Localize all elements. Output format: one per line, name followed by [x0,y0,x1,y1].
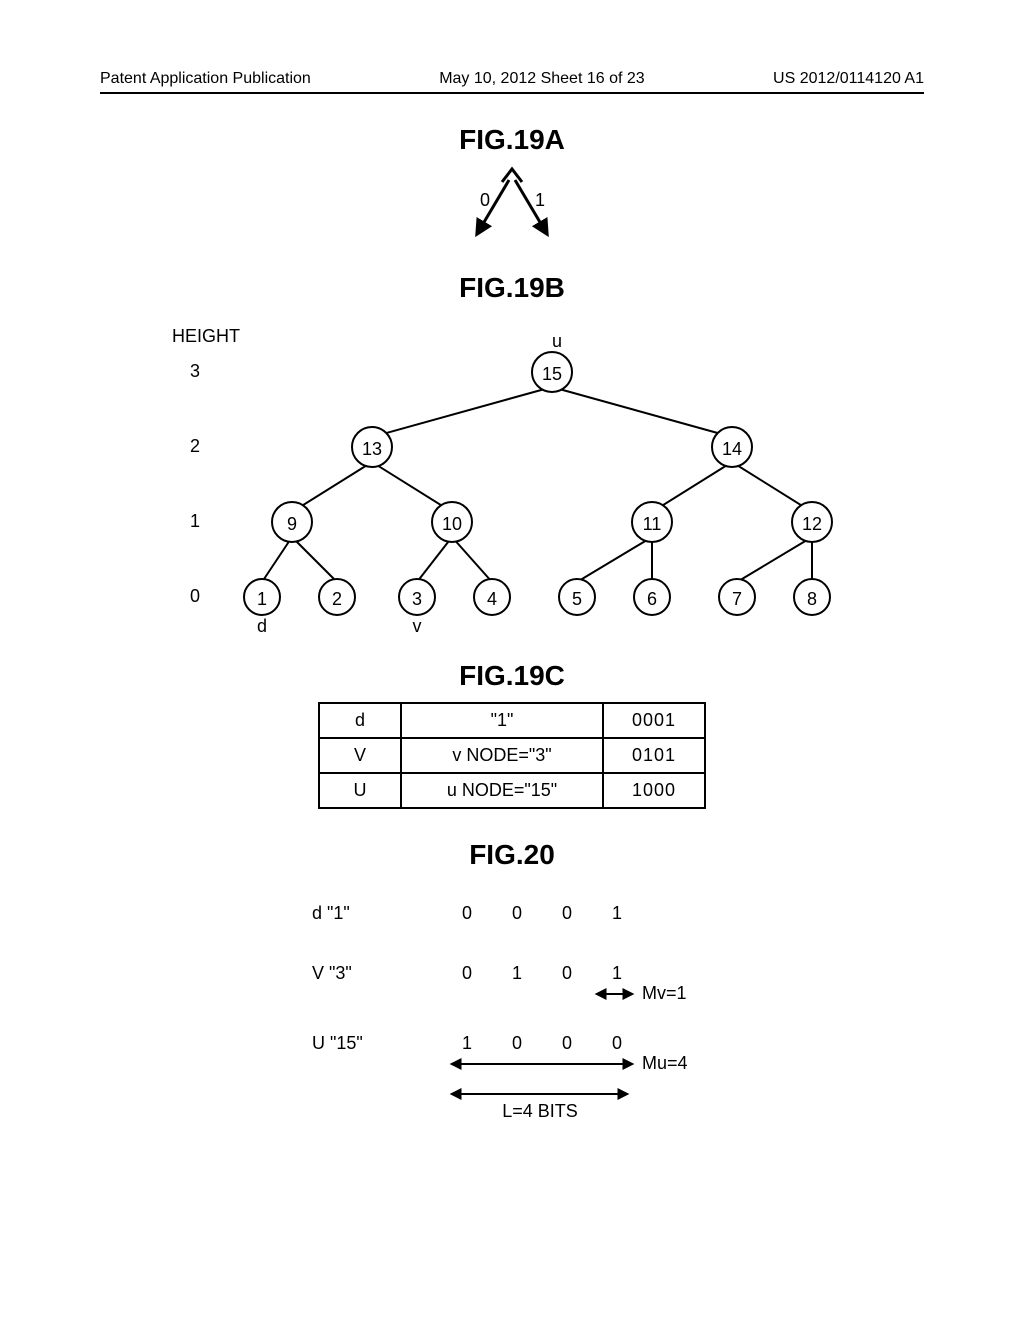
header-center: May 10, 2012 Sheet 16 of 23 [439,70,644,88]
fig19b-tree: HEIGHT 3 2 1 0 u [132,312,892,642]
node-2: 2 [332,589,342,609]
height-3: 3 [190,361,200,381]
node-14: 14 [722,439,742,459]
cell: "1" [401,703,603,738]
table-row: U u NODE="15" 1000 [319,773,705,808]
node-15: 15 [542,364,562,384]
node-5: 5 [572,589,582,609]
l-label: L=4 BITS [502,1101,578,1121]
fig20-d-label: d "1" [312,903,350,923]
bit: 1 [612,963,622,983]
bit: 0 [462,963,472,983]
height-label: HEIGHT [172,326,240,346]
node-9: 9 [287,514,297,534]
fig19a-right-label: 1 [535,190,545,210]
height-1: 1 [190,511,200,531]
header-right: US 2012/0114120 A1 [773,70,924,88]
height-0: 0 [190,586,200,606]
fig19a-title: FIG.19A [100,124,924,156]
node-11: 11 [643,514,662,534]
cell: 0101 [603,738,705,773]
bit: 0 [512,1033,522,1053]
height-2: 2 [190,436,200,456]
node-1: 1 [257,589,267,609]
table-row: d "1" 0001 [319,703,705,738]
fig20-v-label: V "3" [312,963,352,983]
bit: 0 [562,963,572,983]
node-12: 12 [802,514,822,534]
page-header: Patent Application Publication May 10, 2… [100,70,924,94]
u-label: u [552,331,562,351]
node-7: 7 [732,589,742,609]
bit: 1 [462,1033,472,1053]
bit: 0 [462,903,472,923]
v-label: v [413,616,422,636]
cell: d [319,703,401,738]
fig19a-diagram: 0 1 [432,164,592,254]
bit: 0 [562,1033,572,1053]
cell: 0001 [603,703,705,738]
node-6: 6 [647,589,657,609]
node-4: 4 [487,589,497,609]
fig19a-left-label: 0 [480,190,490,210]
cell: v NODE="3" [401,738,603,773]
fig19c-table: d "1" 0001 V v NODE="3" 0101 U u NODE="1… [318,702,706,809]
node-8: 8 [807,589,817,609]
cell: u NODE="15" [401,773,603,808]
fig20-title: FIG.20 [100,839,924,871]
cell: V [319,738,401,773]
bit: 0 [612,1033,622,1053]
mu-label: Mu=4 [642,1053,688,1073]
node-13: 13 [362,439,382,459]
fig19c-title: FIG.19C [100,660,924,692]
bit: 0 [562,903,572,923]
page: Patent Application Publication May 10, 2… [0,0,1024,1179]
d-label: d [257,616,267,636]
header-left: Patent Application Publication [100,70,311,88]
cell: U [319,773,401,808]
fig19b-title: FIG.19B [100,272,924,304]
node-3: 3 [412,589,422,609]
node-10: 10 [442,514,462,534]
bit: 0 [512,903,522,923]
fig20-u-label: U "15" [312,1033,363,1053]
bit: 1 [612,903,622,923]
fig20-diagram: d "1" 0 0 0 1 V "3" 0 1 0 1 Mv=1 U "15" … [232,879,792,1139]
table-row: V v NODE="3" 0101 [319,738,705,773]
cell: 1000 [603,773,705,808]
bit: 1 [512,963,522,983]
mv-label: Mv=1 [642,983,687,1003]
